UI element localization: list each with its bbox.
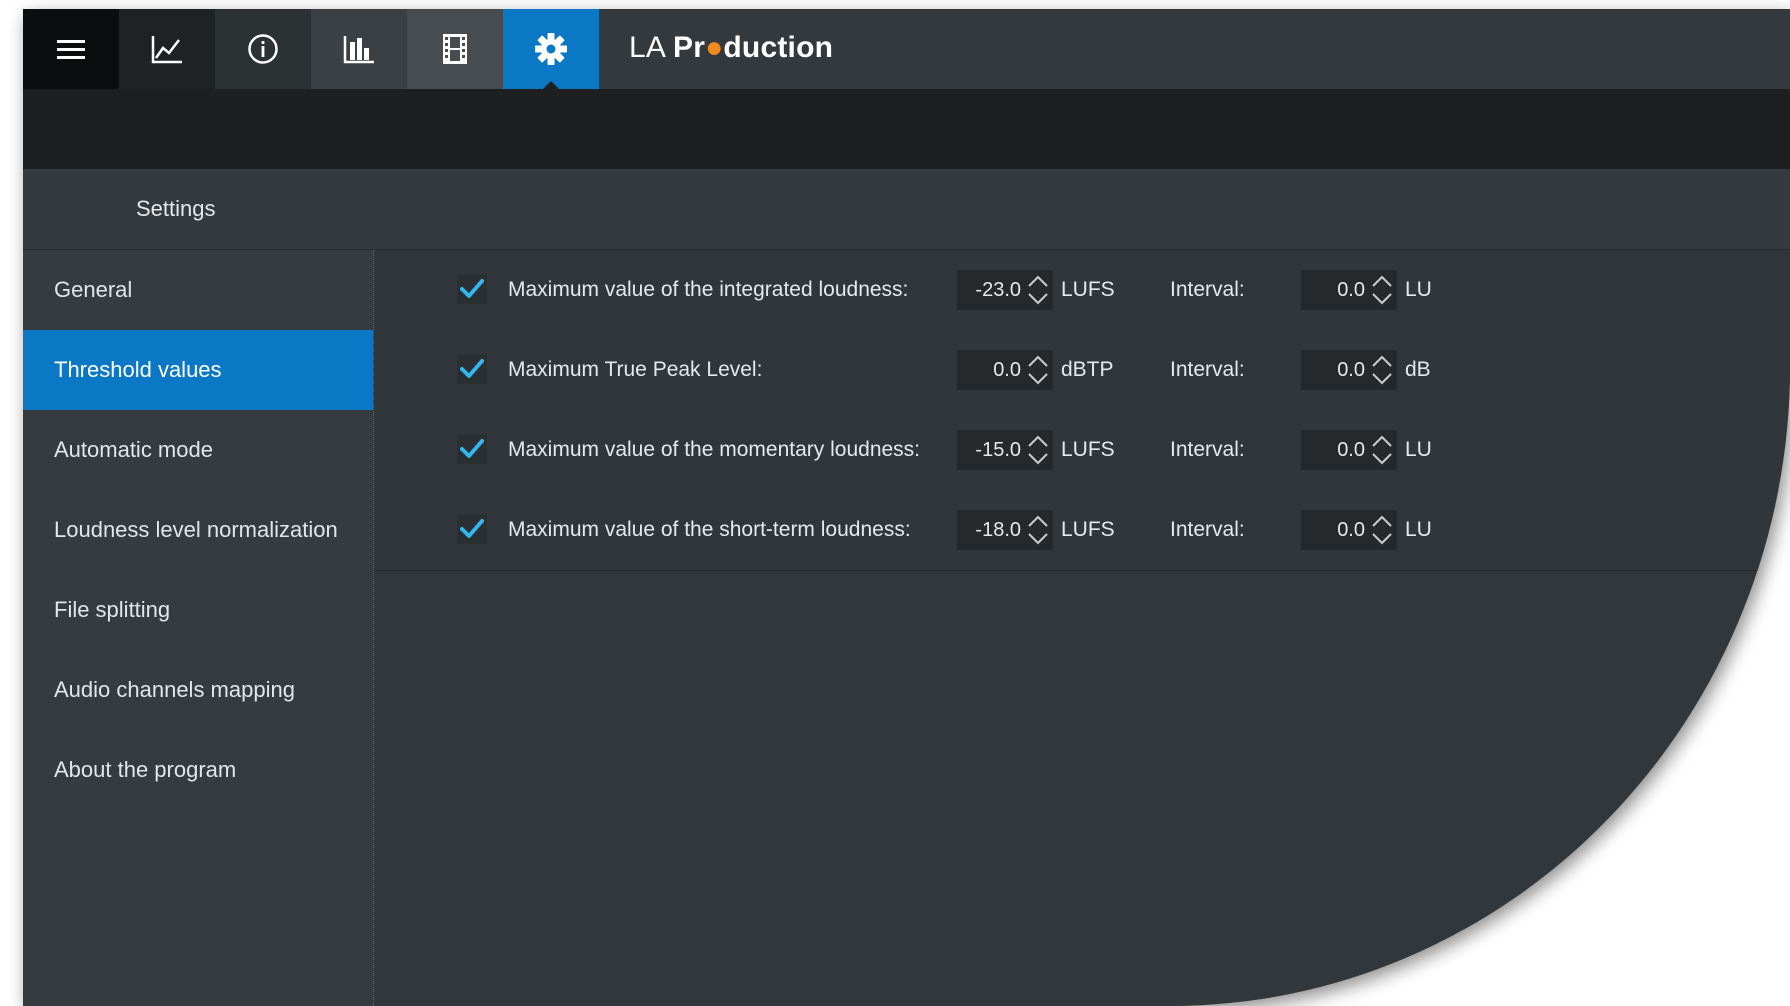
checkmark-icon bbox=[460, 519, 484, 538]
integrated-interval-value: 0.0 bbox=[1337, 279, 1365, 301]
sidebar-item-audio-channels-mapping[interactable]: Audio channels mapping bbox=[23, 650, 373, 730]
app-title: LA Pr●duction bbox=[629, 9, 833, 89]
true-peak-spinbox[interactable]: 0.0 bbox=[957, 350, 1053, 390]
graph-view-button[interactable] bbox=[119, 9, 215, 89]
threshold-row: Maximum value of the integrated loudness… bbox=[374, 250, 1790, 331]
gear-icon bbox=[534, 32, 568, 66]
settings-sidebar: General Threshold values Automatic mode … bbox=[23, 250, 374, 1006]
settings-title: Settings bbox=[136, 196, 216, 221]
app-window: LA Pr●duction Settings General Threshold… bbox=[23, 9, 1790, 1006]
logo-dot: ● bbox=[705, 31, 724, 64]
integrated-loudness-value: -23.0 bbox=[975, 279, 1021, 301]
spin-arrows-icon[interactable] bbox=[1369, 273, 1395, 307]
true-peak-unit: dBTP bbox=[1061, 358, 1114, 381]
integrated-loudness-spinbox[interactable]: -23.0 bbox=[957, 270, 1053, 310]
toolbar-separator-band bbox=[23, 89, 1790, 169]
short-term-loudness-value: -18.0 bbox=[975, 519, 1021, 541]
top-toolbar: LA Pr●duction bbox=[23, 9, 1790, 90]
momentary-interval-spinbox[interactable]: 0.0 bbox=[1301, 430, 1397, 470]
integrated-interval-spinbox[interactable]: 0.0 bbox=[1301, 270, 1397, 310]
true-peak-label: Maximum True Peak Level: bbox=[508, 358, 763, 381]
video-button[interactable] bbox=[407, 9, 503, 89]
info-button[interactable] bbox=[215, 9, 311, 89]
sidebar-item-about[interactable]: About the program bbox=[23, 730, 373, 810]
short-term-interval-unit: LU bbox=[1405, 518, 1432, 541]
momentary-loudness-spinbox[interactable]: -15.0 bbox=[957, 430, 1053, 470]
momentary-loudness-label: Maximum value of the momentary loudness: bbox=[508, 438, 921, 461]
settings-button[interactable] bbox=[503, 9, 599, 90]
threshold-settings-panel: Maximum value of the integrated loudness… bbox=[374, 250, 1790, 1006]
short-term-interval-value: 0.0 bbox=[1337, 519, 1365, 541]
hamburger-menu-icon bbox=[56, 37, 86, 61]
spin-arrows-icon[interactable] bbox=[1025, 353, 1051, 387]
interval-label: Interval: bbox=[1170, 518, 1245, 541]
spin-arrows-icon[interactable] bbox=[1369, 353, 1395, 387]
spin-arrows-icon[interactable] bbox=[1025, 273, 1051, 307]
checkmark-icon bbox=[460, 279, 484, 298]
bar-chart-icon bbox=[343, 34, 375, 64]
checkmark-icon bbox=[460, 439, 484, 458]
true-peak-value: 0.0 bbox=[993, 359, 1021, 381]
momentary-loudness-value: -15.0 bbox=[975, 439, 1021, 461]
app-title-part2a: Pr bbox=[672, 31, 706, 64]
sidebar-item-automatic-mode[interactable]: Automatic mode bbox=[23, 410, 373, 490]
integrated-loudness-unit: LUFS bbox=[1061, 278, 1115, 301]
short-term-loudness-spinbox[interactable]: -18.0 bbox=[957, 510, 1053, 550]
momentary-interval-unit: LU bbox=[1405, 438, 1432, 461]
sidebar-item-threshold-values[interactable]: Threshold values bbox=[23, 330, 373, 410]
short-term-loudness-unit: LUFS bbox=[1061, 518, 1115, 541]
momentary-loudness-checkbox[interactable] bbox=[457, 434, 487, 464]
momentary-interval-value: 0.0 bbox=[1337, 439, 1365, 461]
sidebar-item-file-splitting[interactable]: File splitting bbox=[23, 570, 373, 650]
statistics-button[interactable] bbox=[311, 9, 407, 89]
sidebar-item-general[interactable]: General bbox=[23, 250, 373, 330]
info-icon bbox=[247, 33, 279, 65]
spin-arrows-icon[interactable] bbox=[1369, 513, 1395, 547]
interval-label: Interval: bbox=[1170, 438, 1245, 461]
integrated-interval-unit: LU bbox=[1405, 278, 1432, 301]
true-peak-interval-spinbox[interactable]: 0.0 bbox=[1301, 350, 1397, 390]
short-term-loudness-checkbox[interactable] bbox=[457, 514, 487, 544]
app-title-part2b: duction bbox=[723, 31, 834, 64]
integrated-loudness-checkbox[interactable] bbox=[457, 274, 487, 304]
short-term-loudness-label: Maximum value of the short-term loudness… bbox=[508, 518, 911, 541]
app-title-part1: LA bbox=[629, 31, 673, 64]
threshold-row: Maximum True Peak Level: 0.0 dBTP Interv… bbox=[374, 330, 1790, 411]
short-term-interval-spinbox[interactable]: 0.0 bbox=[1301, 510, 1397, 550]
integrated-loudness-label: Maximum value of the integrated loudness… bbox=[508, 278, 909, 301]
interval-label: Interval: bbox=[1170, 358, 1245, 381]
film-strip-icon bbox=[442, 33, 468, 65]
line-chart-icon bbox=[151, 34, 183, 64]
settings-header: Settings bbox=[23, 169, 1790, 250]
true-peak-interval-value: 0.0 bbox=[1337, 359, 1365, 381]
checkmark-icon bbox=[460, 359, 484, 378]
momentary-loudness-unit: LUFS bbox=[1061, 438, 1115, 461]
sidebar-item-loudness-normalization[interactable]: Loudness level normalization bbox=[23, 490, 373, 570]
true-peak-interval-unit: dB bbox=[1405, 358, 1431, 381]
interval-label: Interval: bbox=[1170, 278, 1245, 301]
spin-arrows-icon[interactable] bbox=[1369, 433, 1395, 467]
spin-arrows-icon[interactable] bbox=[1025, 513, 1051, 547]
menu-button[interactable] bbox=[23, 9, 119, 89]
threshold-row: Maximum value of the momentary loudness:… bbox=[374, 410, 1790, 491]
spin-arrows-icon[interactable] bbox=[1025, 433, 1051, 467]
threshold-row: Maximum value of the short-term loudness… bbox=[374, 490, 1790, 571]
true-peak-checkbox[interactable] bbox=[457, 354, 487, 384]
